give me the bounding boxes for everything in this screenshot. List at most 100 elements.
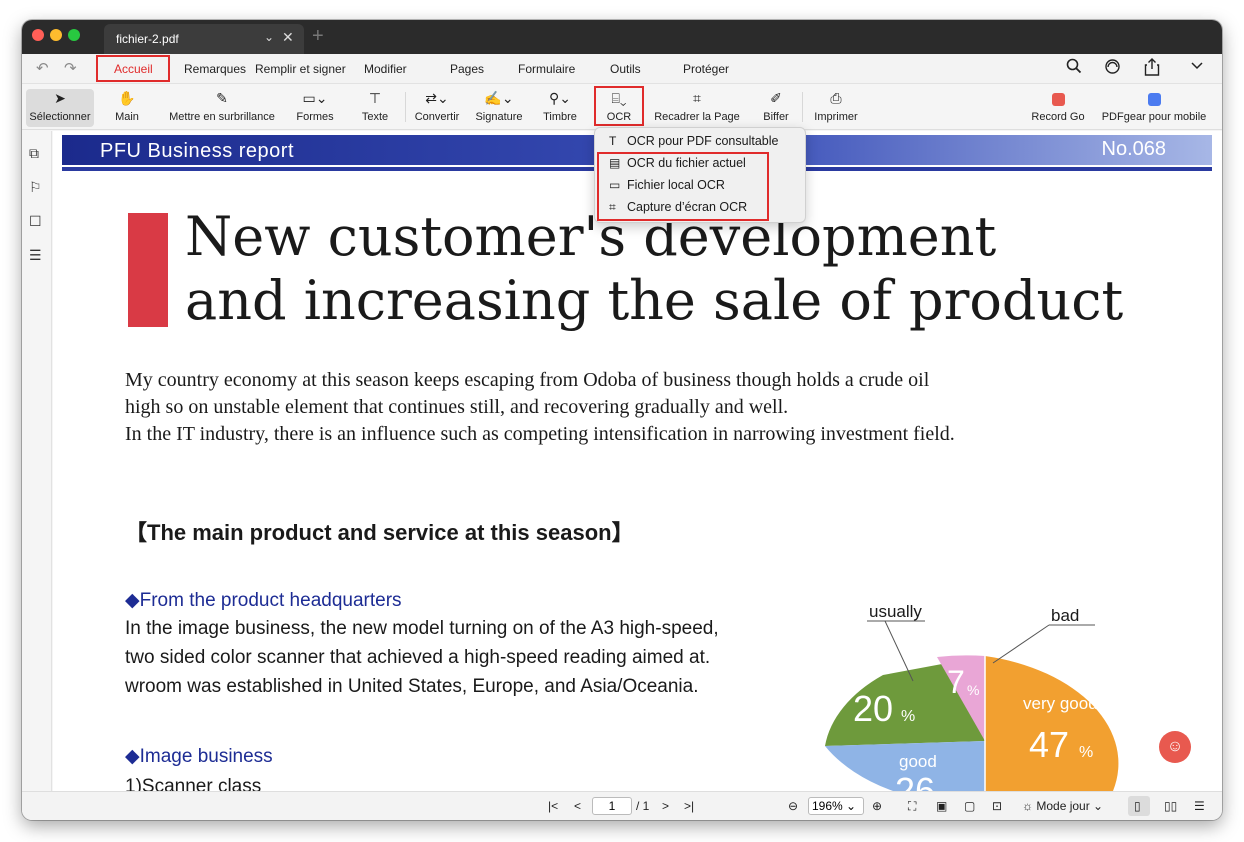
scroll-view-icon[interactable]: ☰ [1194, 799, 1205, 813]
intro-line-3: In the IT industry, there is an influenc… [125, 423, 955, 445]
banner-title: PFU Business report [100, 140, 295, 162]
actual-size-icon[interactable]: ⊡ [992, 799, 1002, 813]
fit-height-icon[interactable]: ▣ [936, 799, 947, 813]
zoom-out-icon[interactable]: ⊖ [788, 799, 798, 813]
highlighter-icon: ✎ [216, 90, 228, 106]
print-tool-button[interactable]: ⎙ Imprimer [810, 84, 862, 130]
stamp-tool-label: Timbre [543, 111, 577, 123]
rectangle-icon: ▭⌄ [302, 90, 328, 106]
undo-icon[interactable]: ↶ [36, 59, 49, 77]
close-window-button[interactable] [32, 29, 44, 41]
shapes-tool-label: Formes [296, 111, 334, 123]
tab-chevron-icon[interactable]: ⌄ [264, 30, 274, 44]
menu-modifier[interactable]: Modifier [364, 62, 407, 76]
page-total: / 1 [636, 799, 650, 813]
status-bar: |< < 1 / 1 > >| ⊖ 196% ⌄ ⊕ ⛶ ▣ ▢ ⊡ ☼ Mod… [22, 791, 1222, 820]
select-tool-label: Sélectionner [29, 111, 91, 123]
zoom-value: 196% [812, 799, 843, 813]
menu-proteger[interactable]: Protéger [683, 62, 729, 76]
pie-label-bad: bad [1051, 606, 1079, 625]
first-page-button[interactable]: |< [548, 799, 558, 813]
pages-thumbnail-icon[interactable]: ⧉ [29, 145, 39, 162]
ocr-searchable-pdf-item[interactable]: T OCR pour PDF consultable [609, 134, 778, 148]
search-icon[interactable] [1066, 58, 1082, 79]
minimize-window-button[interactable] [50, 29, 62, 41]
hand-tool-button[interactable]: ✋ Main [104, 84, 150, 130]
document-view[interactable]: PFU Business report No.068 New customer'… [53, 131, 1222, 791]
record-go-button[interactable]: Record Go [1028, 84, 1088, 130]
prev-page-button[interactable]: < [574, 799, 581, 813]
body-line: wroom was established in United States, … [125, 676, 699, 697]
stamp-tool-button[interactable]: ⚲⌄ Timbre [538, 84, 582, 130]
comments-icon[interactable]: ☐ [29, 213, 42, 230]
pdfgear-mobile-button[interactable]: PDFgear pour mobile [1098, 84, 1210, 130]
zoom-select[interactable]: 196% ⌄ [808, 797, 864, 815]
stamp-icon: ⚲⌄ [549, 90, 571, 106]
body-line: In the image business, the new model tur… [125, 618, 719, 639]
print-tool-label: Imprimer [814, 111, 858, 123]
pie-unit: % [967, 682, 979, 698]
menu-pages[interactable]: Pages [450, 62, 484, 76]
product-hq-body: In the image business, the new model tur… [125, 614, 719, 701]
convert-tool-button[interactable]: ⇄⌄ Convertir [412, 84, 462, 130]
zoom-in-icon[interactable]: ⊕ [872, 799, 882, 813]
form-fields-icon[interactable]: ☰ [29, 247, 42, 264]
redo-icon[interactable]: ↷ [64, 59, 77, 77]
tab-title: fichier-2.pdf [116, 32, 179, 46]
mobile-icon [1098, 84, 1210, 106]
menu-remarques[interactable]: Remarques [184, 62, 246, 76]
day-mode-select[interactable]: ☼ Mode jour ⌄ [1022, 799, 1103, 813]
menu-outils[interactable]: Outils [610, 62, 641, 76]
two-page-view-icon[interactable]: ▯▯ [1164, 799, 1177, 813]
pie-value-usually: 20 [853, 688, 893, 729]
new-tab-button[interactable]: + [312, 25, 324, 48]
ocr-item-label: OCR pour PDF consultable [627, 134, 779, 148]
left-sidebar: ⧉ ⚐ ☐ ☰ [22, 131, 52, 791]
last-page-button[interactable]: >| [684, 799, 694, 813]
page-number-input[interactable]: 1 [592, 797, 632, 815]
text-tool-button[interactable]: ⊤ Texte [356, 84, 394, 130]
crop-icon: ⌗ [693, 90, 701, 106]
day-mode-label: Mode jour [1036, 799, 1090, 813]
menu-remplir-et-signer[interactable]: Remplir et signer [255, 62, 346, 76]
pie-label-good: good [899, 752, 937, 771]
subheading-product-hq: ◆From the product headquarters [125, 590, 402, 611]
zoom-window-button[interactable] [68, 29, 80, 41]
chevron-down-icon[interactable] [1190, 58, 1204, 77]
pdfgear-mobile-label: PDFgear pour mobile [1101, 111, 1207, 123]
fit-page-icon[interactable]: ⛶ [908, 799, 916, 814]
document-tab[interactable]: fichier-2.pdf ⌄ ✕ [104, 24, 304, 54]
shapes-tool-button[interactable]: ▭⌄ Formes [292, 84, 338, 130]
next-page-button[interactable]: > [662, 799, 669, 813]
document-heading: New customer's development and increasin… [185, 205, 1123, 333]
select-tool-button[interactable]: ➤ Sélectionner [26, 84, 94, 130]
text-box-icon: ⊤ [368, 90, 382, 106]
single-page-view-icon[interactable]: ▯ [1134, 799, 1141, 813]
pie-label-usually: usually [869, 602, 922, 621]
tab-close-icon[interactable]: ✕ [282, 29, 294, 46]
share-icon[interactable] [1144, 58, 1160, 81]
pie-value-bad: 7 [947, 664, 965, 700]
subheading-image-business: ◆Image business [125, 746, 273, 767]
highlight-tool-button[interactable]: ✎ Mettre en surbrillance [160, 84, 284, 130]
fit-width-icon[interactable]: ▢ [964, 799, 975, 813]
signature-tool-button[interactable]: ✍⌄ Signature [472, 84, 526, 130]
hand-icon: ✋ [118, 90, 136, 106]
ocr-dropdown-menu: T OCR pour PDF consultable ▤ OCR du fichie… [594, 127, 806, 223]
support-icon[interactable] [1104, 58, 1121, 80]
text-tool-label: Texte [361, 111, 389, 123]
pie-value-good: 26 [895, 770, 935, 791]
hand-tool-label: Main [115, 111, 139, 123]
strike-tool-button[interactable]: ✐ Biffer [758, 84, 794, 130]
menu-formulaire[interactable]: Formulaire [518, 62, 575, 76]
signature-icon: ✍⌄ [484, 90, 514, 106]
bookmark-icon[interactable]: ⚐ [29, 179, 42, 196]
record-go-label: Record Go [1031, 111, 1085, 123]
toolbar: ➤ Sélectionner ✋ Main ✎ Mettre en surbri… [22, 84, 1222, 130]
menu-bar: ↶ ↷ Accueil Remarques Remplir et signer … [22, 54, 1222, 84]
assistant-robot-button[interactable]: ☺ [1159, 731, 1191, 763]
text-cursor-icon: T [609, 134, 617, 148]
crop-page-tool-label: Recadrer la Page [654, 111, 740, 123]
crop-page-tool-button[interactable]: ⌗ Recadrer la Page [650, 84, 744, 130]
strike-tool-label: Biffer [763, 111, 789, 123]
